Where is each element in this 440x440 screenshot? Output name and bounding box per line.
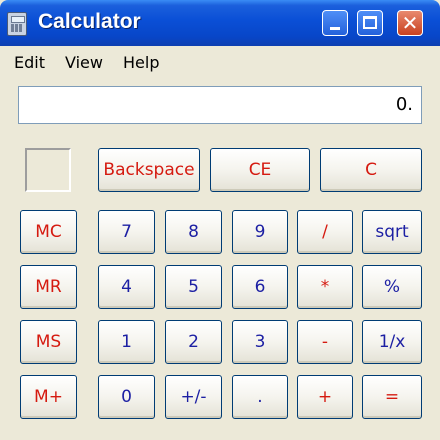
digit-1-button[interactable]: 1 <box>98 320 155 364</box>
menu-item-edit[interactable]: Edit <box>14 53 45 72</box>
calculator-icon <box>7 12 27 36</box>
sign-toggle-button[interactable]: +/- <box>165 375 222 419</box>
close-icon: ✕ <box>401 11 419 35</box>
reciprocal-button[interactable]: 1/x <box>362 320 422 364</box>
divide-button[interactable]: / <box>297 210 353 254</box>
digit-4-button[interactable]: 4 <box>98 265 155 309</box>
title-bar[interactable]: Calculator ✕ <box>0 0 440 46</box>
sqrt-button[interactable]: sqrt <box>362 210 422 254</box>
memory-add-button[interactable]: M+ <box>20 375 77 419</box>
digit-8-button[interactable]: 8 <box>165 210 222 254</box>
memory-clear-button[interactable]: MC <box>20 210 77 254</box>
close-button[interactable]: ✕ <box>397 10 423 36</box>
percent-button[interactable]: % <box>362 265 422 309</box>
result-display: 0. <box>18 86 422 124</box>
clear-button[interactable]: C <box>320 148 422 192</box>
calculator-window: Calculator ✕ Edit View Help 0. Backspace… <box>0 0 440 440</box>
clear-entry-button[interactable]: CE <box>210 148 310 192</box>
add-button[interactable]: + <box>297 375 353 419</box>
memory-store-button[interactable]: MS <box>20 320 77 364</box>
menu-bar: Edit View Help <box>0 50 440 76</box>
menu-item-help[interactable]: Help <box>123 53 159 72</box>
digit-2-button[interactable]: 2 <box>165 320 222 364</box>
backspace-button[interactable]: Backspace <box>98 148 200 192</box>
memory-recall-button[interactable]: MR <box>20 265 77 309</box>
minimize-button[interactable] <box>322 10 348 36</box>
subtract-button[interactable]: - <box>297 320 353 364</box>
digit-9-button[interactable]: 9 <box>232 210 288 254</box>
decimal-button[interactable]: . <box>232 375 288 419</box>
maximize-button[interactable] <box>357 10 383 36</box>
digit-3-button[interactable]: 3 <box>232 320 288 364</box>
equals-button[interactable]: = <box>362 375 422 419</box>
window-title: Calculator <box>38 10 141 33</box>
digit-7-button[interactable]: 7 <box>98 210 155 254</box>
digit-0-button[interactable]: 0 <box>98 375 155 419</box>
digit-5-button[interactable]: 5 <box>165 265 222 309</box>
minimize-icon <box>330 27 340 30</box>
multiply-button[interactable]: * <box>297 265 353 309</box>
display-value: 0. <box>395 94 413 115</box>
digit-6-button[interactable]: 6 <box>232 265 288 309</box>
menu-item-view[interactable]: View <box>65 53 103 72</box>
maximize-icon <box>363 16 377 29</box>
memory-indicator <box>25 148 71 192</box>
